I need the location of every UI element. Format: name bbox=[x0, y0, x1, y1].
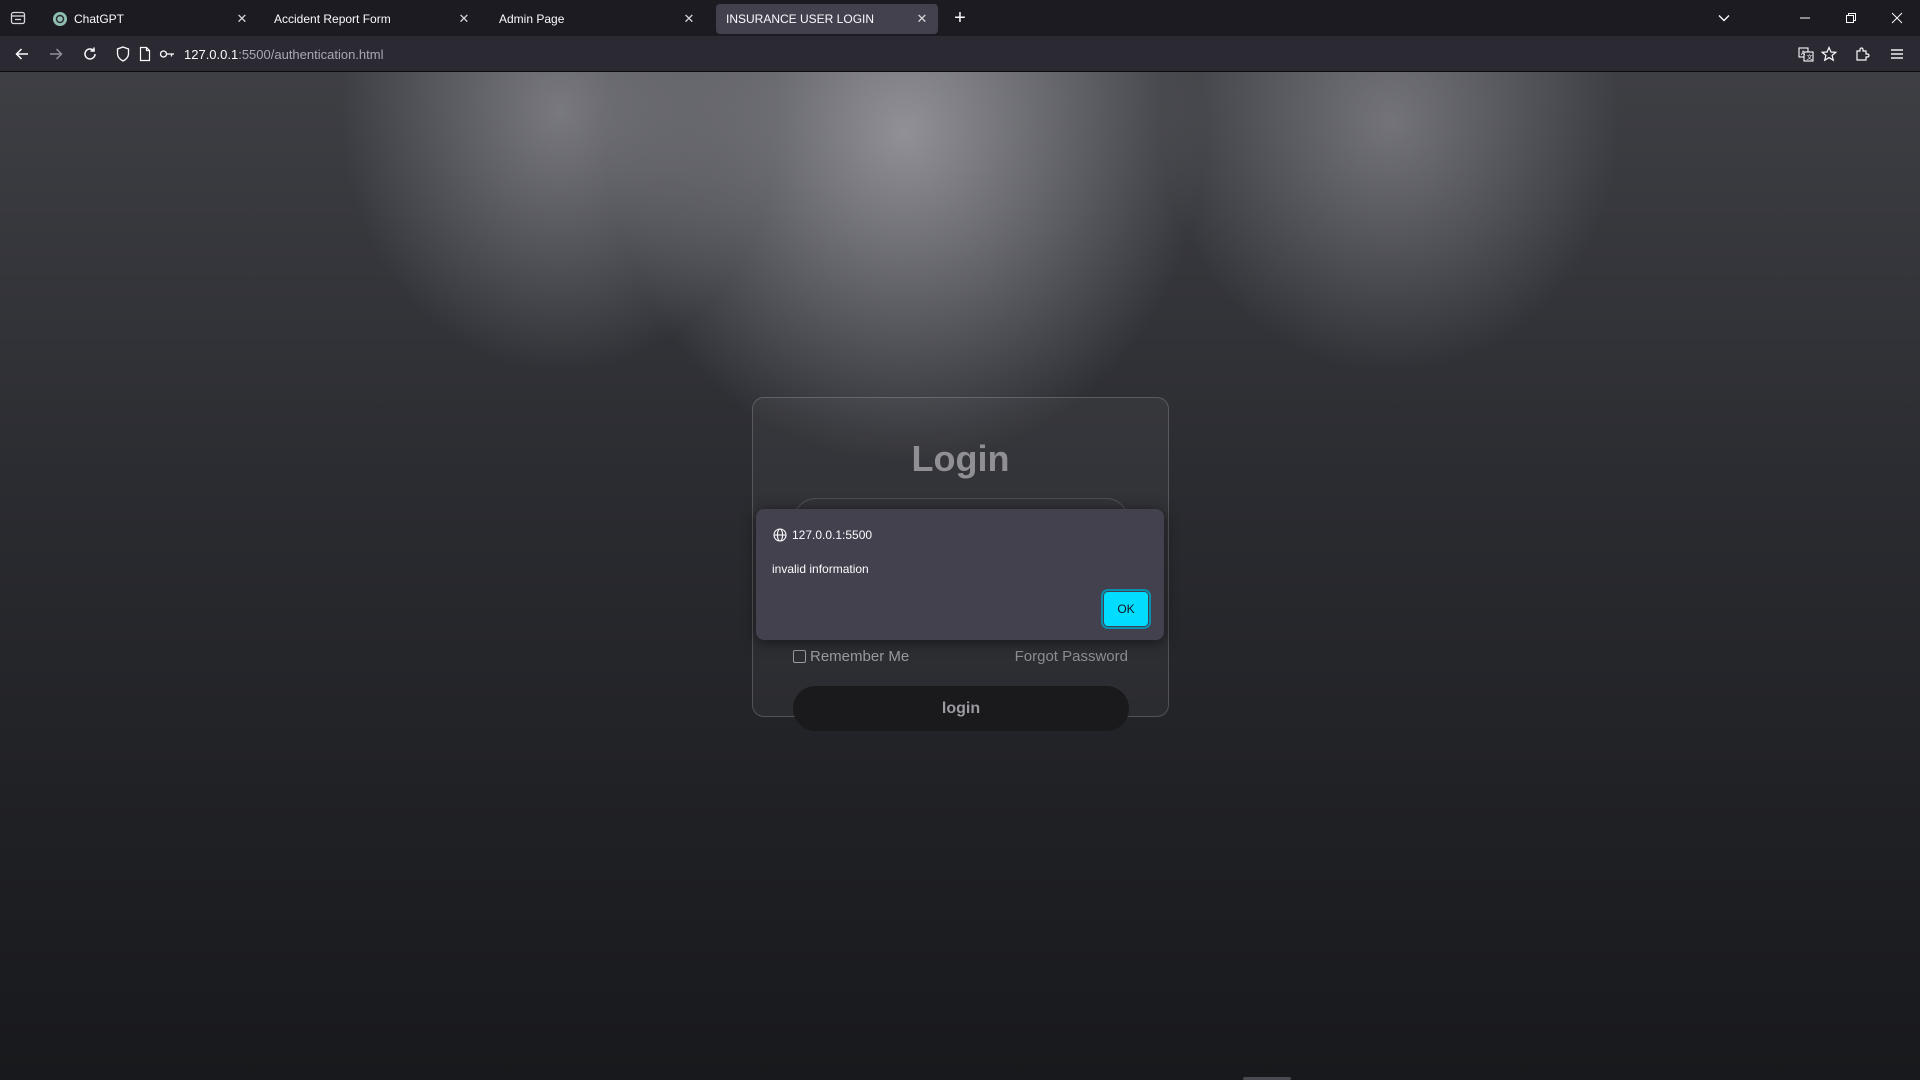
page-info-icon[interactable] bbox=[134, 40, 156, 68]
remember-me-label: Remember Me bbox=[810, 648, 910, 665]
svg-text:文: 文 bbox=[1807, 54, 1813, 62]
alert-origin: 127.0.0.1:5500 bbox=[792, 528, 873, 542]
app-menu-button[interactable] bbox=[1883, 40, 1911, 68]
puzzle-piece-icon bbox=[1856, 47, 1870, 61]
alert-dialog: 127.0.0.1:5500 invalid information OK bbox=[756, 509, 1164, 640]
tab-title: ChatGPT bbox=[74, 12, 125, 26]
tab-title: Admin Page bbox=[499, 12, 565, 26]
close-tab-icon[interactable]: ✕ bbox=[914, 11, 930, 27]
url-bar[interactable]: 127.0.0.1:5500/authentication.html bbox=[112, 40, 1832, 68]
hamburger-menu-icon bbox=[1891, 49, 1903, 59]
star-icon bbox=[1821, 46, 1837, 62]
chatgpt-favicon-icon bbox=[52, 11, 68, 27]
reload-icon bbox=[84, 47, 96, 60]
reload-button[interactable] bbox=[76, 40, 104, 68]
window-controls bbox=[1782, 0, 1920, 36]
tab-chatgpt[interactable]: ChatGPT ✕ bbox=[42, 4, 258, 34]
tab-admin-page[interactable]: Admin Page ✕ bbox=[489, 4, 705, 34]
arrow-right-icon bbox=[50, 48, 63, 60]
list-all-tabs-button[interactable] bbox=[1712, 6, 1736, 30]
tab-bar: ChatGPT ✕ Accident Report Form ✕ Admin P… bbox=[0, 0, 1920, 36]
alert-message: invalid information bbox=[772, 562, 869, 576]
arrow-left-icon bbox=[15, 48, 28, 60]
globe-icon bbox=[772, 527, 788, 543]
translate-icon: A 文 bbox=[1798, 47, 1814, 62]
url-host: 127.0.0.1 bbox=[184, 46, 239, 62]
chevron-down-icon bbox=[1718, 15, 1730, 22]
restore-icon bbox=[1846, 13, 1856, 23]
firefox-view-icon bbox=[10, 11, 26, 25]
new-tab-button[interactable]: + bbox=[948, 6, 972, 30]
tab-title: Accident Report Form bbox=[274, 12, 391, 26]
url-path: :5500/authentication.html bbox=[238, 46, 384, 62]
firefox-view-button[interactable] bbox=[0, 0, 36, 36]
navigation-toolbar: 127.0.0.1:5500/authentication.html A 文 bbox=[0, 36, 1920, 72]
close-tab-icon[interactable]: ✕ bbox=[234, 11, 250, 27]
tracking-protection-shield-icon[interactable] bbox=[112, 40, 134, 68]
login-title: Login bbox=[911, 438, 1010, 479]
bookmark-star-button[interactable] bbox=[1815, 40, 1843, 68]
ok-button[interactable]: OK bbox=[1101, 589, 1151, 629]
close-tab-icon[interactable]: ✕ bbox=[681, 11, 697, 27]
close-tab-icon[interactable]: ✕ bbox=[456, 11, 472, 27]
tab-title: INSURANCE USER LOGIN bbox=[726, 12, 875, 26]
tab-accident-report-form[interactable]: Accident Report Form ✕ bbox=[264, 4, 480, 34]
forgot-password-link[interactable]: Forgot Password bbox=[1015, 648, 1128, 665]
remember-me[interactable]: Remember Me bbox=[793, 648, 909, 665]
extensions-button[interactable] bbox=[1849, 40, 1877, 68]
alert-header: 127.0.0.1:5500 bbox=[772, 527, 872, 543]
tab-insurance-user-login[interactable]: INSURANCE USER LOGIN ✕ bbox=[716, 4, 938, 34]
restore-button[interactable] bbox=[1828, 0, 1874, 36]
key-icon[interactable] bbox=[156, 40, 178, 68]
close-window-button[interactable] bbox=[1874, 0, 1920, 36]
forward-button[interactable] bbox=[42, 40, 70, 68]
remember-me-checkbox[interactable] bbox=[793, 650, 806, 663]
back-button[interactable] bbox=[8, 40, 36, 68]
close-icon bbox=[1891, 12, 1903, 24]
minimize-button[interactable] bbox=[1782, 0, 1828, 36]
plus-icon: + bbox=[954, 6, 966, 29]
minimize-icon bbox=[1800, 17, 1810, 19]
login-button[interactable]: login bbox=[793, 686, 1129, 731]
